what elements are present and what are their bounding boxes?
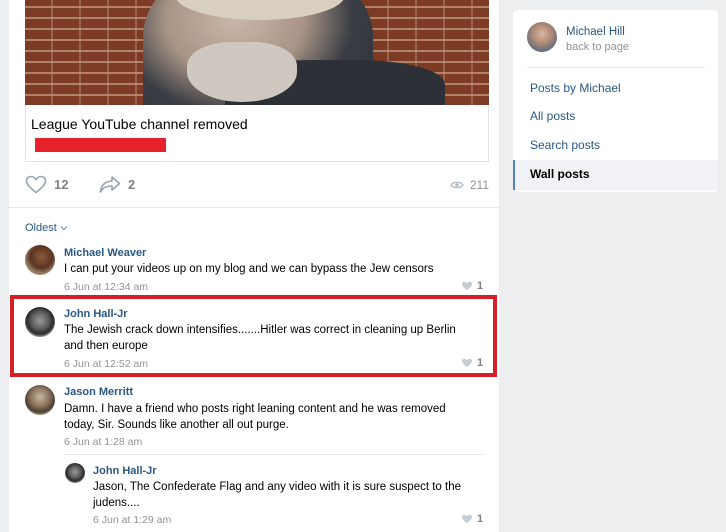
avatar[interactable] [25, 245, 55, 275]
comment-text: I can put your videos up on my blog and … [64, 263, 434, 275]
sidebar-item-wall-posts[interactable]: Wall posts [513, 160, 718, 190]
like-count: 12 [54, 177, 69, 192]
share-icon [99, 176, 121, 193]
divider [527, 67, 705, 68]
sidebar-item-search-posts[interactable]: Search posts [530, 138, 600, 152]
sort-label: Oldest [25, 222, 57, 234]
like-button[interactable]: 12 [25, 175, 68, 194]
comment-like-button[interactable]: 1 [461, 513, 483, 525]
profile-name[interactable]: Michael Hill [566, 26, 625, 38]
view-count: 211 [469, 178, 489, 192]
post-image[interactable] [25, 0, 489, 105]
sidebar-item-posts-by-michael[interactable]: Posts by Michael [530, 81, 621, 95]
comment-date[interactable]: 6 Jun at 1:29 am [93, 514, 171, 526]
heart-icon [25, 175, 47, 194]
comment-like-count: 1 [477, 280, 484, 292]
comment-like-count: 1 [477, 513, 484, 525]
link-title[interactable]: League YouTube channel removed [31, 116, 248, 132]
avatar[interactable] [65, 463, 85, 483]
comment-text: Jason, The Confederate Flag and any vide… [93, 481, 461, 509]
back-to-page-link[interactable]: back to page [566, 41, 629, 53]
redaction-bar [35, 138, 166, 152]
avatar[interactable] [527, 22, 557, 52]
comment-date[interactable]: 6 Jun at 12:34 am [64, 281, 148, 293]
avatar[interactable] [25, 385, 55, 415]
comment-author[interactable]: John Hall-Jr [93, 465, 157, 477]
heart-icon [462, 281, 472, 291]
share-count: 2 [128, 177, 136, 192]
comment-like-button[interactable]: 1 [461, 280, 483, 292]
post-actions: 12 2 211 [25, 175, 489, 197]
chevron-down-icon [60, 226, 68, 231]
comment-author[interactable]: Michael Weaver [64, 247, 146, 259]
comment-date[interactable]: 6 Jun at 1:28 am [64, 436, 142, 448]
sidebar: Michael Hill back to page Posts by Micha… [513, 10, 718, 192]
divider [9, 207, 499, 208]
eye-icon [450, 181, 464, 189]
share-button[interactable]: 2 [99, 175, 135, 194]
sidebar-item-all-posts[interactable]: All posts [530, 109, 575, 123]
post-card: League YouTube channel removed 12 2 211 … [9, 0, 499, 532]
comment-separator [64, 454, 484, 455]
comment-author[interactable]: Jason Merritt [64, 386, 133, 398]
comment-text: Damn. I have a friend who posts right le… [64, 403, 446, 431]
sidebar-item-label: Wall posts [530, 167, 590, 181]
link-attachment[interactable] [25, 105, 489, 162]
views: 211 [450, 178, 489, 192]
highlight-box [10, 295, 497, 377]
sort-dropdown[interactable]: Oldest [25, 222, 68, 234]
heart-icon [462, 514, 472, 524]
